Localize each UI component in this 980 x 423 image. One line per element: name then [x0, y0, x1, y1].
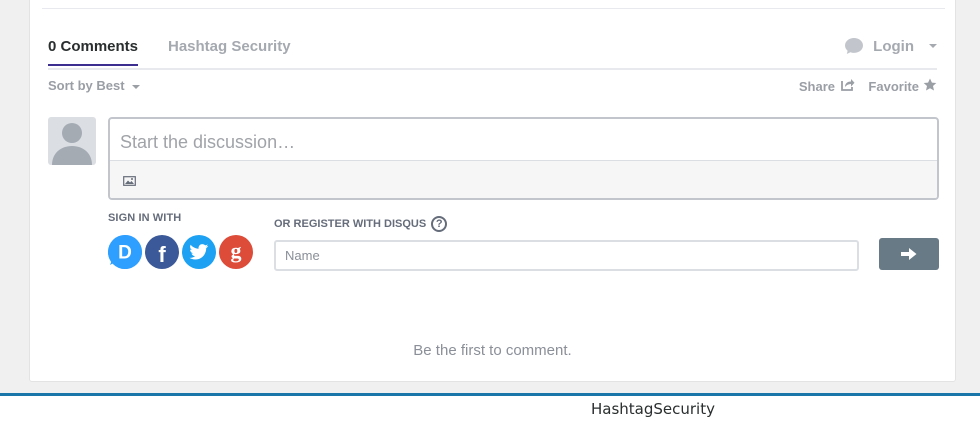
- sort-menu[interactable]: Sort by Best: [48, 78, 141, 93]
- favorite-label: Favorite: [868, 78, 919, 94]
- arrow-right-icon: [901, 248, 917, 260]
- footer: [0, 396, 980, 423]
- tab-comments-label: 0 Comments: [48, 38, 139, 55]
- discussion-toolbar: Sort by Best Share Favorite: [48, 75, 937, 95]
- share-button[interactable]: Share: [799, 78, 855, 94]
- sort-label: Sort by Best: [48, 78, 125, 93]
- chevron-down-icon: [929, 44, 937, 48]
- default-avatar-icon: [52, 123, 92, 165]
- comments-card: 0 Comments Hashtag Security Login Sort b…: [29, 0, 956, 382]
- composer-toolbar: [110, 160, 937, 198]
- avatar: [48, 117, 96, 165]
- footer-site-name[interactable]: HashtagSecurity: [591, 400, 715, 418]
- sign-in-label: SIGN IN WITH: [108, 212, 182, 224]
- favorite-button[interactable]: Favorite: [868, 78, 937, 94]
- twitter-icon: [189, 244, 209, 260]
- help-circle-icon[interactable]: ?: [431, 216, 448, 232]
- google-icon: g: [230, 237, 242, 263]
- register-label-text: OR REGISTER WITH DISQUS: [274, 218, 427, 230]
- disqus-icon: D: [108, 235, 142, 269]
- login-menu[interactable]: Login: [844, 37, 937, 55]
- facebook-login-button[interactable]: f: [145, 235, 179, 269]
- share-label: Share: [798, 78, 835, 94]
- top-divider: [42, 8, 945, 9]
- star-icon: [923, 78, 937, 94]
- image-icon[interactable]: [123, 173, 136, 191]
- comment-composer[interactable]: Start the discussion…: [108, 117, 939, 200]
- disqus-login-button[interactable]: D: [108, 235, 142, 269]
- composer-placeholder[interactable]: Start the discussion…: [120, 132, 295, 153]
- name-input[interactable]: [274, 240, 859, 271]
- social-login-buttons: D f g: [108, 235, 253, 269]
- tab-site[interactable]: Hashtag Security: [168, 38, 291, 65]
- twitter-login-button[interactable]: [182, 235, 216, 269]
- empty-state-message: Be the first to comment.: [413, 342, 572, 359]
- disqus-glyph: D: [118, 243, 132, 264]
- register-label: OR REGISTER WITH DISQUS ?: [274, 216, 448, 232]
- tab-comments[interactable]: 0 Comments: [48, 38, 138, 65]
- speech-bubble-icon: [844, 37, 864, 55]
- facebook-icon: f: [158, 241, 166, 267]
- active-tab-underline: [48, 64, 138, 66]
- share-arrow-icon: [841, 78, 855, 94]
- login-label: Login: [873, 37, 914, 55]
- comments-nav: 0 Comments Hashtag Security Login: [48, 30, 937, 70]
- submit-button[interactable]: [879, 238, 939, 270]
- chevron-down-icon: [132, 84, 141, 89]
- google-login-button[interactable]: g: [219, 235, 253, 269]
- tab-site-label: Hashtag Security: [168, 38, 291, 55]
